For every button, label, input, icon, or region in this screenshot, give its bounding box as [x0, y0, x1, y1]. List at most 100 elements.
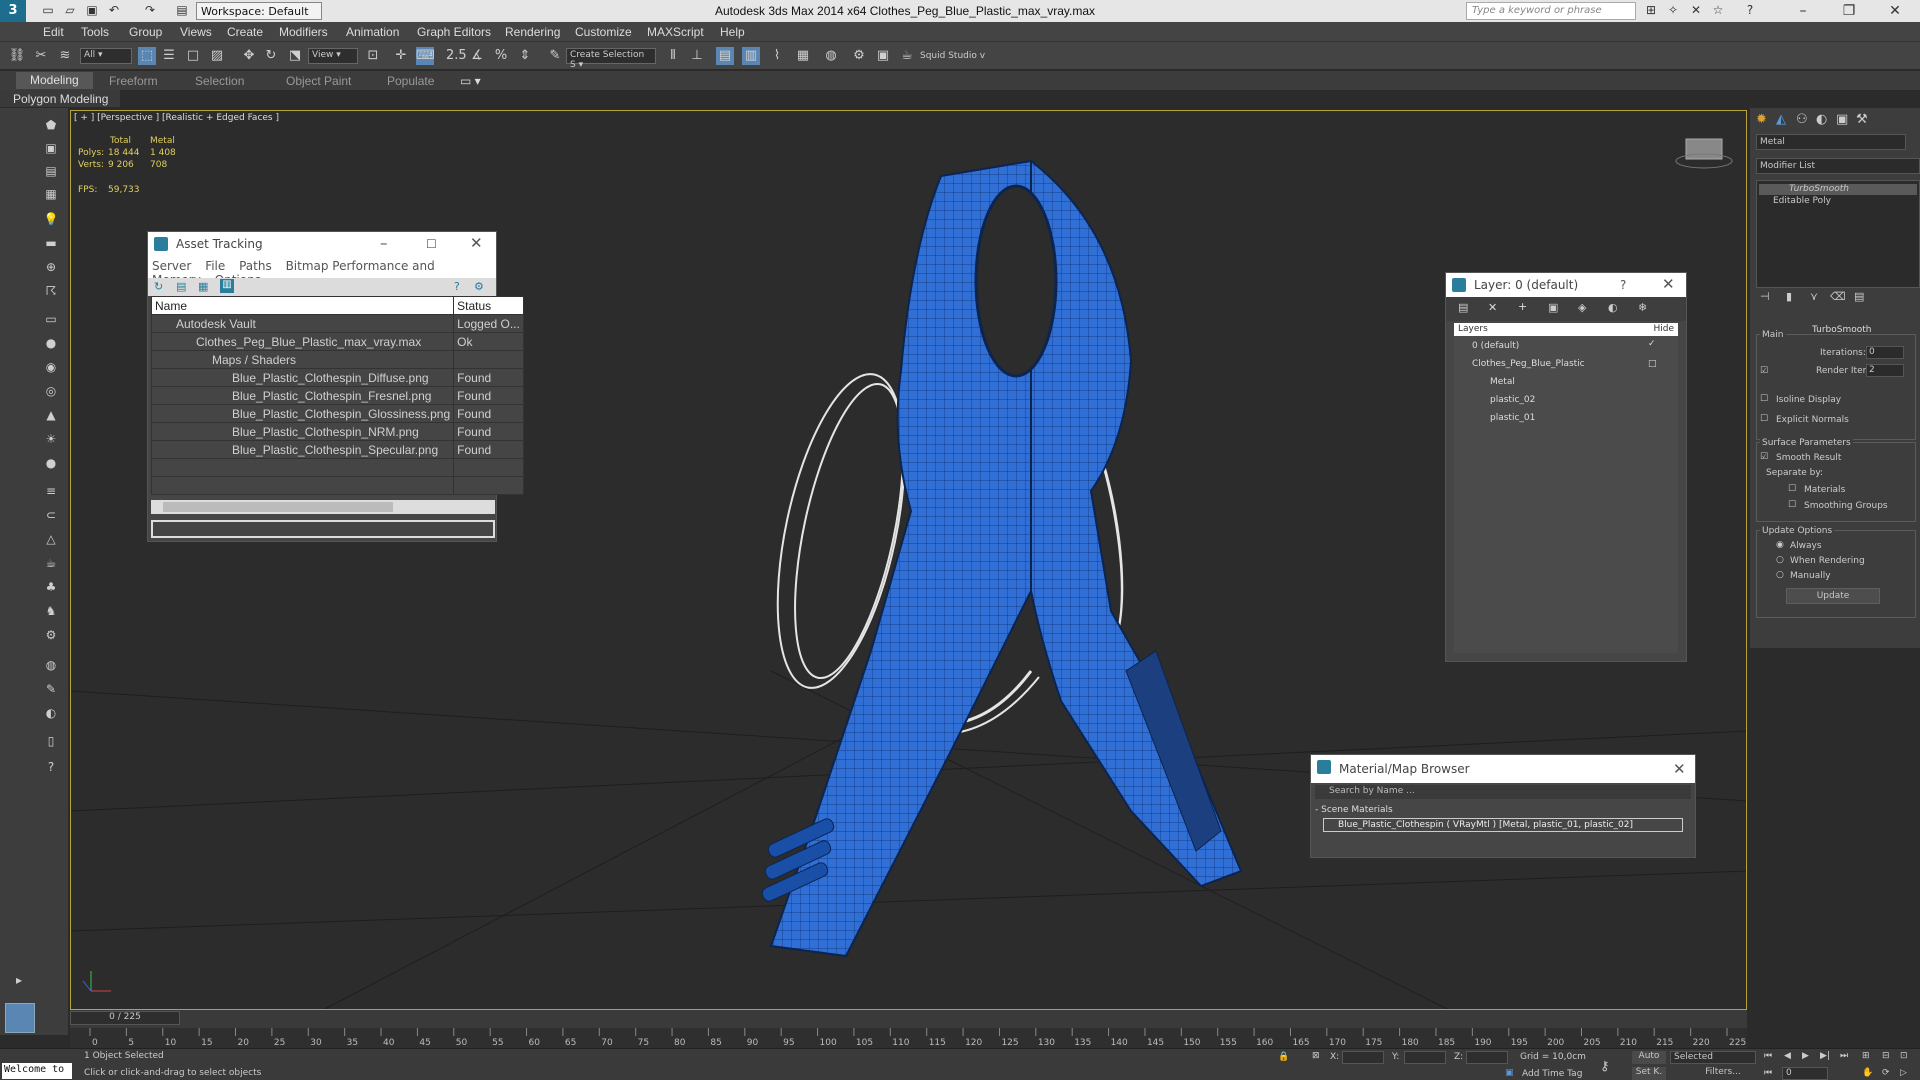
table-row[interactable]: Autodesk Vault Logged O... — [150, 314, 524, 333]
pipe-icon[interactable]: ⊂ — [42, 508, 60, 526]
add-time-tag[interactable]: Add Time Tag — [1522, 1069, 1582, 1079]
isoline-checkbox[interactable]: ☐ — [1760, 394, 1768, 404]
col-hide[interactable]: Hide — [1653, 324, 1674, 334]
auto-key-button[interactable]: Auto — [1632, 1051, 1666, 1064]
stack-item-turbosmooth[interactable]: TurboSmooth — [1759, 184, 1917, 195]
select-manipulate-icon[interactable]: ✛ — [392, 47, 410, 65]
smooth-result-checkbox[interactable]: ☑ — [1760, 452, 1768, 462]
stack-item-editable-poly[interactable]: Editable Poly — [1759, 196, 1831, 206]
configure-modifier-sets-icon[interactable]: ▤ — [1854, 290, 1864, 303]
go-to-end-icon[interactable]: ⏭ — [1840, 1051, 1848, 1061]
hierarchy-tab-icon[interactable]: ⚇ — [1796, 112, 1808, 127]
layer-row-plastic-01[interactable]: plastic_01 — [1490, 413, 1535, 423]
render-teapot-icon[interactable]: ☕ — [898, 47, 916, 65]
edit-named-selection-icon[interactable]: ✎ — [546, 47, 564, 65]
window-crossing-icon[interactable]: ▨ — [208, 47, 226, 65]
new-layer-icon[interactable]: ▤ — [1458, 301, 1468, 314]
col-name[interactable]: Name — [150, 296, 455, 315]
layer-row-default[interactable]: 0 (default) — [1472, 341, 1519, 351]
align-icon[interactable]: ⊥ — [688, 47, 706, 65]
key-mode-icon[interactable]: ⏮ — [1764, 1068, 1772, 1078]
help-icon[interactable]: ? — [454, 280, 460, 293]
expand-arrow-icon[interactable]: ▸ — [10, 973, 28, 991]
rotate-icon[interactable]: ↻ — [262, 47, 280, 65]
stairs-icon[interactable]: ≡ — [42, 484, 60, 502]
hide-all-icon[interactable]: ◐ — [1608, 301, 1618, 314]
snaps-toggle-icon[interactable]: 2.5 — [446, 47, 467, 65]
next-frame-icon[interactable]: ▶| — [1820, 1051, 1830, 1061]
angle-snap-icon[interactable]: ∡ — [468, 47, 486, 65]
minimize-icon[interactable]: – — [1780, 0, 1826, 22]
orbit-icon[interactable]: ⟳ — [1882, 1068, 1890, 1078]
plane-icon[interactable]: ▤ — [42, 164, 60, 182]
current-frame-field[interactable]: 0 — [1782, 1067, 1828, 1080]
render-iters-spinner[interactable]: 2 — [1866, 364, 1904, 377]
materials-checkbox[interactable]: ☐ — [1788, 484, 1796, 494]
menu-edit[interactable]: Edit — [43, 25, 64, 39]
select-objects-icon[interactable]: ▣ — [1548, 301, 1558, 314]
grid-view-icon[interactable]: ▥ — [220, 279, 234, 293]
link-icon[interactable]: ⛓ — [8, 47, 26, 65]
table-row[interactable]: Blue_Plastic_Clothespin_NRM.png Found — [150, 422, 524, 441]
object-name-field[interactable]: Metal — [1756, 134, 1906, 150]
create-geometry-icon[interactable]: ⬟ — [42, 118, 60, 136]
material-icon[interactable]: ⚙ — [42, 628, 60, 646]
tab-populate[interactable]: Populate — [387, 74, 434, 88]
update-button[interactable]: Update — [1786, 588, 1880, 604]
select-object-icon[interactable]: ⬚ — [138, 47, 156, 65]
viewcube[interactable] — [1675, 138, 1733, 169]
layer-row-clothes-peg[interactable]: Clothes_Peg_Blue_Plastic — [1472, 359, 1585, 369]
track-bar[interactable]: 0 5 10 15 20 25 30 35 40 45 50 55 60 65 70 75 80 85 90 95 10… — [70, 1028, 1747, 1048]
tab-selection[interactable]: Selection — [195, 74, 244, 88]
key-filter-dropdown[interactable]: Selected — [1670, 1051, 1756, 1064]
redo-icon[interactable]: ↷ — [142, 3, 158, 19]
binoculars-icon[interactable]: ⊞ — [1643, 3, 1659, 19]
move-icon[interactable]: ✥ — [240, 47, 258, 65]
menu-animation[interactable]: Animation — [346, 25, 399, 39]
teapot-icon[interactable]: ☕ — [42, 556, 60, 574]
selection-filter-dropdown[interactable]: All ▾ — [80, 48, 132, 64]
render-iters-checkbox[interactable]: ☑ — [1760, 366, 1768, 376]
mirror-icon[interactable]: ⫴ — [664, 47, 682, 65]
list-view-icon[interactable]: ▤ — [176, 280, 186, 293]
sun-icon[interactable]: ☀ — [42, 432, 60, 450]
tab-modeling[interactable]: Modeling — [16, 72, 93, 89]
geosphere-icon[interactable]: ● — [42, 456, 60, 474]
horizontal-scrollbar[interactable] — [151, 500, 495, 514]
maxscript-listener[interactable]: Welcome to — [2, 1063, 72, 1079]
maximize-viewport-icon[interactable]: ⊡ — [1900, 1051, 1908, 1061]
y-coordinate-field[interactable] — [1404, 1051, 1446, 1064]
set-key-button[interactable]: Set K. — [1632, 1067, 1666, 1080]
rectangular-selection-icon[interactable]: □ — [184, 47, 202, 65]
scale-icon[interactable]: ⬔ — [286, 47, 304, 65]
scene-explorer-icon[interactable]: ▥ — [742, 47, 760, 65]
create-tab-icon[interactable]: ✹ — [1756, 112, 1767, 127]
pin-stack-icon[interactable]: ⊣ — [1760, 290, 1770, 303]
menu-file[interactable]: File — [205, 259, 225, 273]
always-radio[interactable]: ◉ — [1776, 540, 1784, 550]
highlight-layer-icon[interactable]: ◈ — [1578, 301, 1586, 314]
rectangle-icon[interactable]: ▭ — [42, 312, 60, 330]
cone-icon[interactable]: ▲ — [42, 408, 60, 426]
table-row[interactable]: Clothes_Peg_Blue_Plastic_max_vray.max Ok — [150, 332, 524, 351]
paint-icon[interactable]: ✎ — [42, 682, 60, 700]
hold-icon[interactable]: ▤ — [174, 3, 190, 19]
iterations-spinner[interactable]: 0 — [1866, 346, 1904, 359]
zoom-icon[interactable]: ⊞ — [1862, 1051, 1870, 1061]
close-icon[interactable]: ✕ — [1662, 275, 1675, 293]
fov-icon[interactable]: ▷ — [1900, 1068, 1907, 1078]
material-search-input[interactable]: Search by Name ... — [1315, 785, 1691, 799]
table-view-icon[interactable]: ▦ — [198, 280, 208, 293]
help-circle-icon[interactable]: ? — [42, 760, 60, 778]
layer-row-plastic-02[interactable]: plastic_02 — [1490, 395, 1535, 405]
pivot-center-icon[interactable]: ⊡ — [364, 47, 382, 65]
scene-materials-section[interactable]: - Scene Materials — [1315, 805, 1393, 815]
table-row[interactable]: Blue_Plastic_Clothespin_Glossiness.png Fo… — [150, 404, 524, 423]
named-selection-dropdown[interactable]: Create Selection S ▾ — [566, 48, 656, 70]
delete-layer-icon[interactable]: ✕ — [1488, 301, 1497, 314]
layer-explorer-icon[interactable]: ▤ — [716, 47, 734, 65]
cylinder-icon[interactable]: ◉ — [42, 360, 60, 378]
save-file-icon[interactable]: ▣ — [84, 3, 100, 19]
close-icon[interactable]: ✕ — [470, 234, 483, 252]
lock-selection-icon[interactable]: 🔒 — [1278, 1052, 1289, 1062]
